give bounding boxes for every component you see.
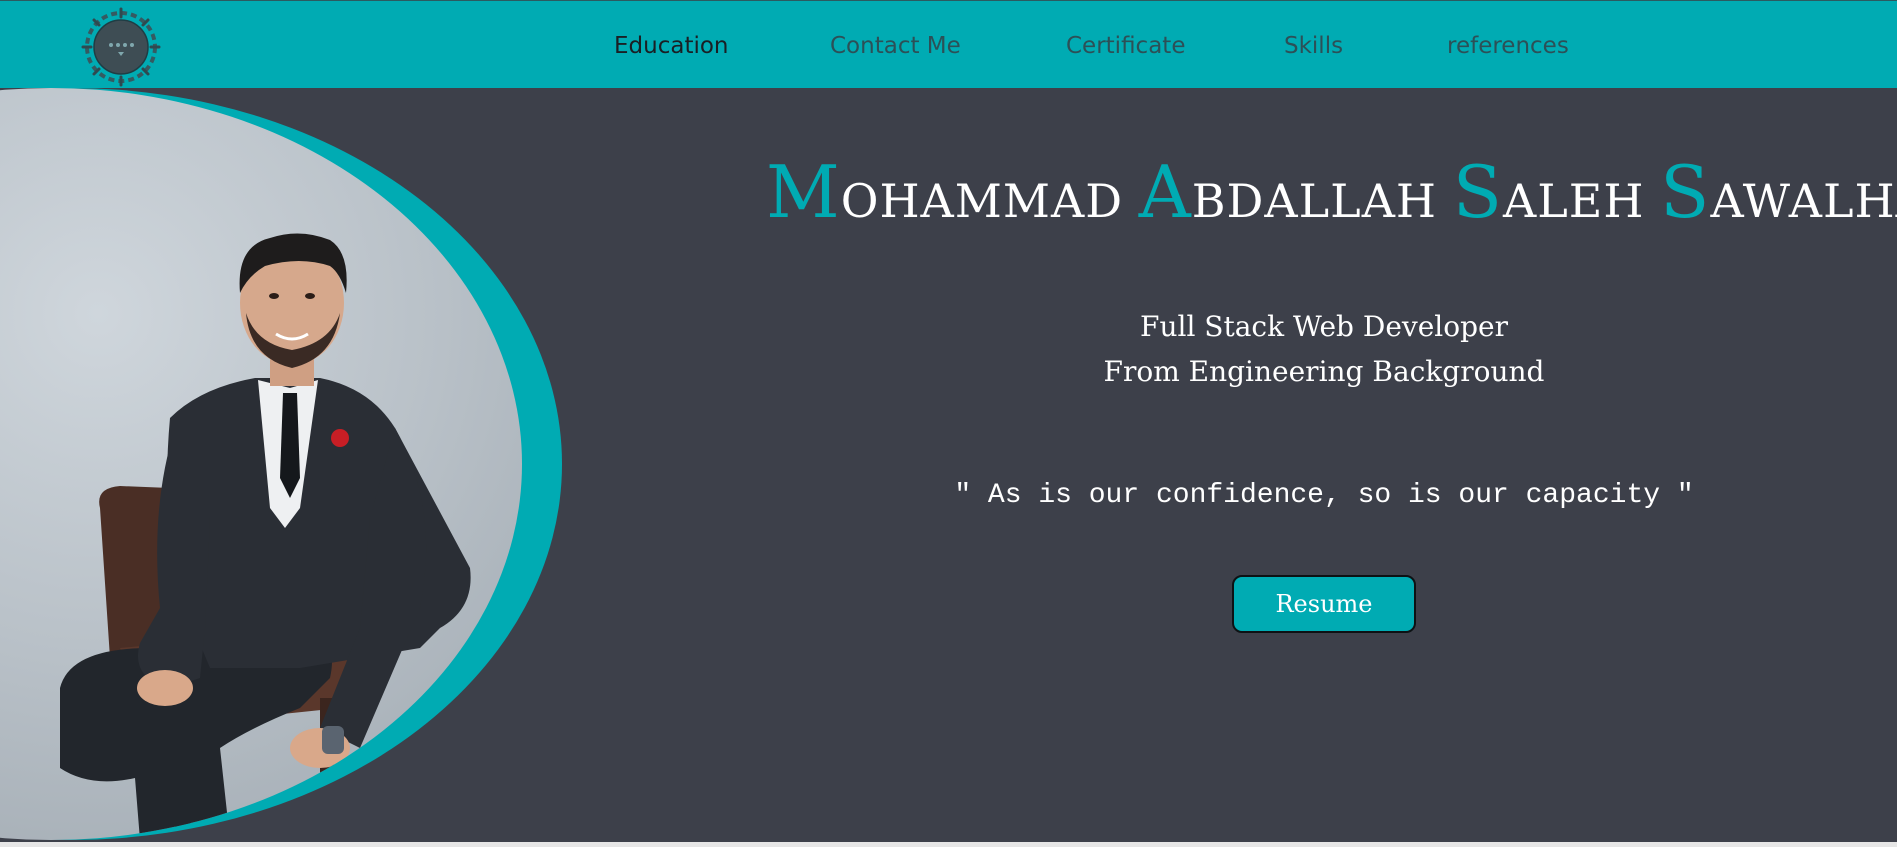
- name-word-1: MOHAMMAD: [766, 150, 1124, 234]
- name-initial-4: S: [1660, 150, 1711, 234]
- name-rest-1: OHAMMAD: [840, 174, 1124, 228]
- nav-references-link[interactable]: references: [1447, 33, 1569, 59]
- nav-contact-link[interactable]: Contact Me: [830, 33, 961, 59]
- name-initial-1: M: [766, 150, 841, 234]
- subtitle-line-1: Full Stack Web Developer: [1140, 310, 1508, 343]
- hero-name-heading: MOHAMMAD ABDALLAH SALEH SAWALHA: [766, 150, 1897, 234]
- name-initial-3: S: [1452, 150, 1504, 234]
- name-rest-3: ALEH: [1503, 174, 1645, 228]
- nav-certificate-link[interactable]: Certificate: [1066, 33, 1185, 59]
- hero-quote: " As is our confidence, so is our capaci…: [954, 480, 1694, 511]
- profile-photo: [0, 88, 522, 840]
- name-rest-2: BDALLAH: [1191, 174, 1438, 228]
- nav-education-link[interactable]: Education: [614, 33, 729, 59]
- hero-subtitle: Full Stack Web Developer From Engineerin…: [1024, 304, 1624, 394]
- logo-gear-icon[interactable]: [80, 7, 162, 87]
- name-rest-4: AWALHA: [1710, 174, 1897, 228]
- name-word-4: SAWALHA: [1660, 150, 1897, 234]
- name-initial-2: A: [1138, 150, 1192, 234]
- resume-button[interactable]: Resume: [1232, 575, 1416, 633]
- subtitle-line-2: From Engineering Background: [1103, 355, 1545, 388]
- nav-skills-link[interactable]: Skills: [1284, 33, 1343, 59]
- bottom-divider: [0, 842, 1897, 847]
- name-word-3: SALEH: [1453, 150, 1645, 234]
- top-navbar: Education Contact Me Certificate Skills …: [0, 0, 1897, 88]
- name-word-2: ABDALLAH: [1139, 150, 1438, 234]
- profile-photo-panel: [0, 88, 565, 847]
